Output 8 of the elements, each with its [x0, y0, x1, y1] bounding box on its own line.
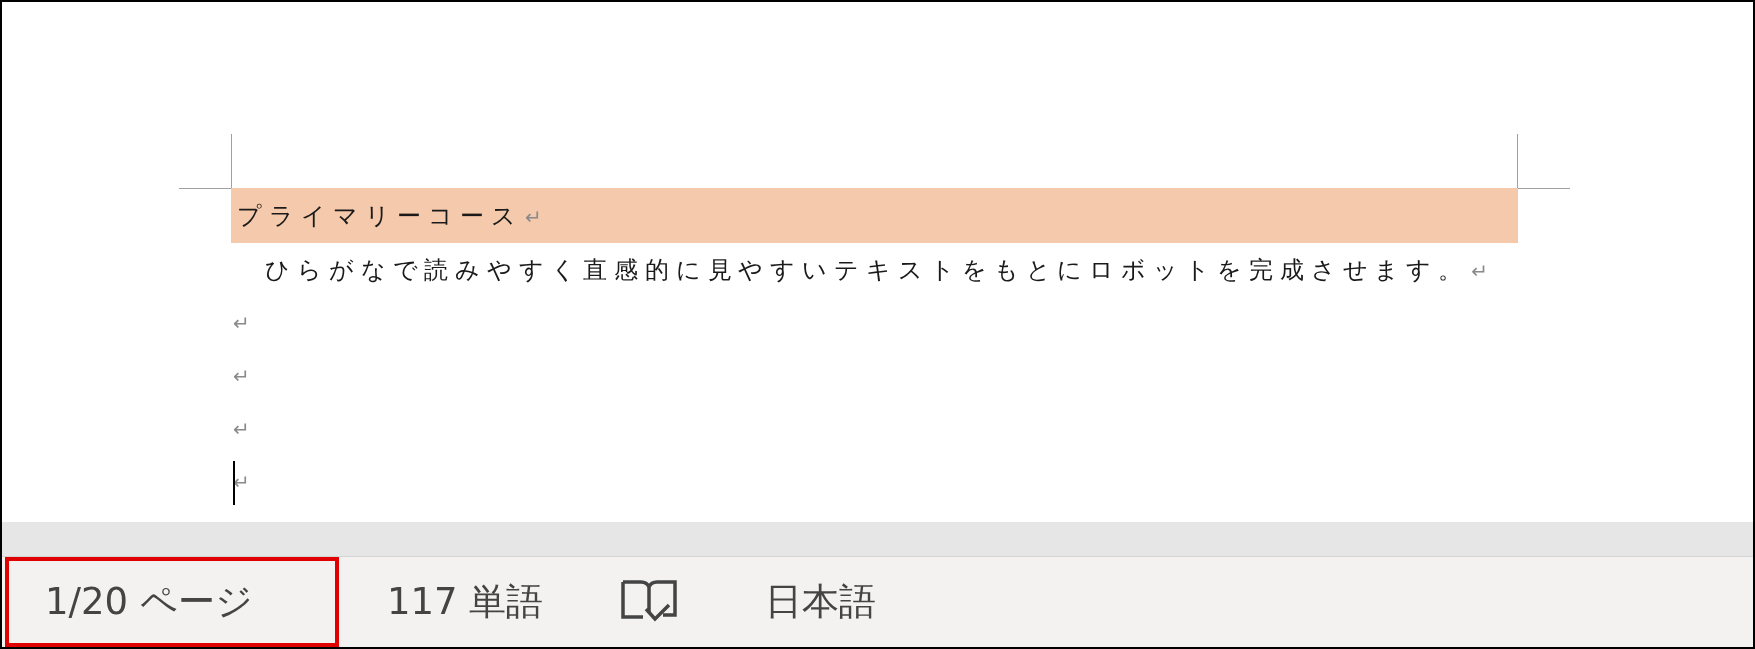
- page-indicator[interactable]: 1/20 ページ: [5, 557, 339, 647]
- paragraph-mark: ↵: [232, 310, 250, 335]
- language-indicator[interactable]: 日本語: [753, 557, 919, 647]
- word-count[interactable]: 117 単語: [375, 557, 586, 647]
- paragraph-mark: ↵: [232, 416, 250, 441]
- paragraph-mark: ↵: [232, 363, 250, 388]
- heading-text: プライマリーコース↵: [236, 201, 549, 231]
- body-text: ひらがなで読みやすく直感的に見やすいテキストをもとにロボットを完成させます。↵: [264, 255, 1495, 285]
